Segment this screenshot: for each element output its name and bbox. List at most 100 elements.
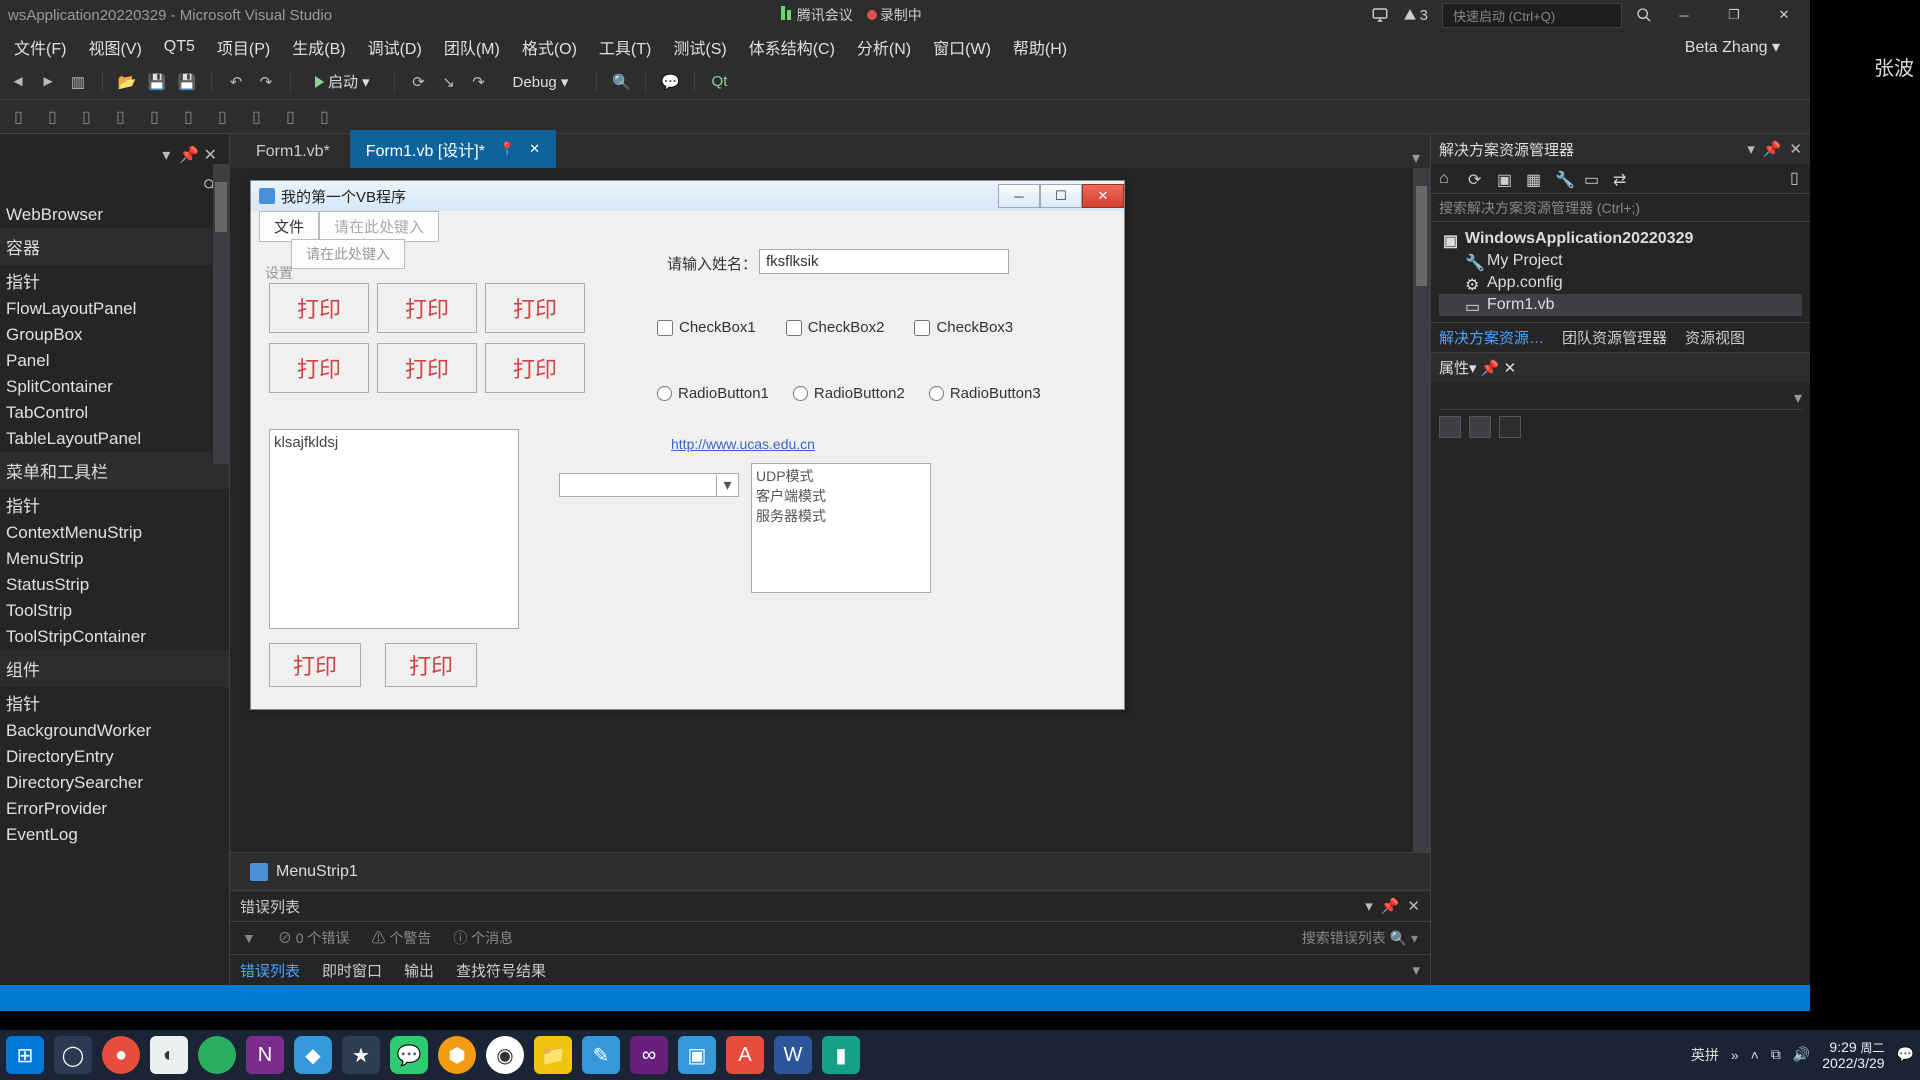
dropdown-icon[interactable]: ▾ (1747, 140, 1755, 158)
toolbox-item[interactable]: 指针 (0, 489, 229, 520)
ime-indicator[interactable]: 英拼 (1691, 1045, 1719, 1065)
messages-count[interactable]: ⓘ 个消息 (453, 928, 513, 948)
quick-launch-searchbox[interactable]: 快速启动 (Ctrl+Q) (1442, 3, 1622, 28)
bring-front-icon[interactable]: ▯ (286, 107, 306, 127)
list-item[interactable]: UDP模式 (756, 466, 926, 486)
toolbox-item[interactable]: Panel (0, 348, 229, 374)
start-button[interactable]: ⊞ (6, 1036, 44, 1074)
close-button[interactable]: ✕ (1766, 3, 1802, 27)
tray-overflow-icon[interactable]: » (1731, 1047, 1739, 1063)
menu-file-item[interactable]: 文件 (259, 211, 319, 242)
visual-studio-icon[interactable]: ∞ (630, 1036, 668, 1074)
project-node[interactable]: ▣ WindowsApplication20220329 (1439, 228, 1802, 250)
network-icon[interactable]: ⧉ (1771, 1046, 1781, 1063)
toolbox-scrollbar[interactable] (213, 164, 229, 464)
list-item[interactable]: 客户端模式 (756, 486, 926, 506)
close-tab-icon[interactable]: ✕ (529, 141, 540, 157)
volume-icon[interactable]: 🔊 (1793, 1046, 1810, 1063)
toolbox-category[interactable]: 组件 (0, 650, 229, 687)
sync-icon[interactable]: ⇄ (1613, 170, 1630, 187)
refresh-icon[interactable]: ⟳ (1468, 170, 1485, 187)
tab-solution-explorer[interactable]: 解决方案资源… (1439, 327, 1544, 348)
myproject-node[interactable]: 🔧 My Project (1439, 250, 1802, 272)
taskbar-clock[interactable]: 9:29 周二 2022/3/29 (1822, 1039, 1884, 1072)
toolbox-item[interactable]: WebBrowser (0, 202, 229, 228)
form-minimize-button[interactable]: ─ (998, 184, 1040, 208)
word-icon[interactable]: W (774, 1036, 812, 1074)
app-icon[interactable]: ● (102, 1036, 140, 1074)
menu-test[interactable]: 测试(S) (665, 31, 734, 63)
menustrip-component[interactable]: MenuStrip1 (276, 863, 358, 881)
align-middle-icon[interactable]: ▯ (150, 107, 170, 127)
listbox[interactable]: UDP模式 客户端模式 服务器模式 (751, 463, 931, 593)
radio2[interactable]: RadioButton2 (793, 385, 905, 402)
notification-badge[interactable]: 3 (1403, 7, 1428, 24)
close-icon[interactable]: ✕ (1504, 360, 1517, 377)
toolbox-item[interactable]: SplitContainer (0, 374, 229, 400)
menu-team[interactable]: 团队(M) (436, 31, 508, 63)
menu-view[interactable]: 视图(V) (80, 31, 149, 63)
alphabetical-icon[interactable] (1469, 416, 1491, 438)
side-toolbox-collapsed[interactable]: ▯ (1790, 168, 1808, 190)
form-maximize-button[interactable]: ☐ (1040, 184, 1082, 208)
new-project-icon[interactable]: ▥ (68, 72, 88, 92)
cortana-icon[interactable]: ◯ (54, 1036, 92, 1074)
undo-icon[interactable]: ↶ (226, 72, 246, 92)
tab-resource-view[interactable]: 资源视图 (1685, 327, 1745, 348)
redo-icon[interactable]: ↷ (256, 72, 276, 92)
dropdown-icon[interactable]: ▾ (1469, 360, 1477, 377)
toolbox-item[interactable]: TableLayoutPanel (0, 426, 229, 452)
menu-analyze[interactable]: 分析(N) (849, 31, 919, 63)
align-right-icon[interactable]: ▯ (82, 107, 102, 127)
app-icon[interactable]: ✎ (582, 1036, 620, 1074)
maximize-button[interactable]: ❐ (1716, 3, 1752, 27)
solution-search[interactable]: 搜索解决方案资源管理器 (Ctrl+;) (1431, 194, 1810, 222)
toolbox-category[interactable]: 容器 (0, 228, 229, 265)
collapse-all-icon[interactable]: ▣ (1497, 170, 1514, 187)
print-button[interactable]: 打印 (377, 283, 477, 333)
menu-file[interactable]: 文件(F) (6, 31, 74, 63)
onenote-icon[interactable]: N (246, 1036, 284, 1074)
tencent-meeting-icon[interactable]: ▣ (678, 1036, 716, 1074)
pin-icon[interactable]: 📌 (1481, 360, 1500, 377)
print-button[interactable]: 打印 (269, 283, 369, 333)
tab-find-symbols[interactable]: 查找符号结果 (456, 960, 546, 981)
dropdown-icon[interactable]: ▾ (1365, 897, 1373, 915)
browser-link-icon[interactable]: ⟳ (409, 72, 429, 92)
error-search[interactable]: 搜索错误列表 🔍 ▾ (1302, 928, 1418, 948)
qt-icon[interactable]: Qt (709, 72, 729, 92)
same-height-icon[interactable]: ▯ (252, 107, 272, 127)
acrobat-icon[interactable]: A (726, 1036, 764, 1074)
pin-icon[interactable]: 📌 (1381, 897, 1400, 915)
winform-design[interactable]: 我的第一个VB程序 ─ ☐ ✕ 文件 请在此处键入 请在此处键入 (250, 180, 1125, 710)
print-button[interactable]: 打印 (485, 343, 585, 393)
linklabel[interactable]: http://www.ucas.edu.cn (671, 436, 815, 452)
close-icon[interactable]: ✕ (204, 145, 217, 165)
step-over-icon[interactable]: ↷ (469, 72, 489, 92)
print-button[interactable]: 打印 (269, 343, 369, 393)
toolbox-item[interactable]: GroupBox (0, 322, 229, 348)
toolbox-item[interactable]: 指针 (0, 687, 229, 718)
checkbox2[interactable]: CheckBox2 (786, 319, 885, 336)
menu-architecture[interactable]: 体系结构(C) (741, 31, 843, 63)
close-icon[interactable]: ✕ (1407, 897, 1420, 915)
toolbox-item[interactable]: ErrorProvider (0, 796, 229, 822)
toolbox-item[interactable]: DirectorySearcher (0, 770, 229, 796)
save-icon[interactable]: 💾 (147, 72, 167, 92)
toolbox-item[interactable]: ToolStrip (0, 598, 229, 624)
properties-icon[interactable]: 🔧 (1555, 170, 1572, 187)
properties-dropdown[interactable]: ▾ (1439, 388, 1802, 410)
toolbox-item[interactable]: ContextMenuStrip (0, 520, 229, 546)
menustrip-component-icon[interactable] (250, 863, 268, 881)
action-center-icon[interactable]: 💬 (1897, 1046, 1914, 1063)
menu-debug[interactable]: 调试(D) (360, 31, 430, 63)
chevron-down-icon[interactable]: ▾ (716, 474, 738, 496)
menu-tools[interactable]: 工具(T) (591, 31, 659, 63)
errors-count[interactable]: ⊘ 0 个错误 (278, 928, 350, 948)
menu-window[interactable]: 窗口(W) (925, 31, 999, 63)
list-item[interactable]: 服务器模式 (756, 506, 926, 526)
app-icon[interactable]: ▮ (822, 1036, 860, 1074)
pin-icon[interactable]: 📍 (499, 141, 515, 157)
menu-qt5[interactable]: QT5 (156, 34, 203, 60)
menu-project[interactable]: 项目(P) (209, 31, 278, 63)
